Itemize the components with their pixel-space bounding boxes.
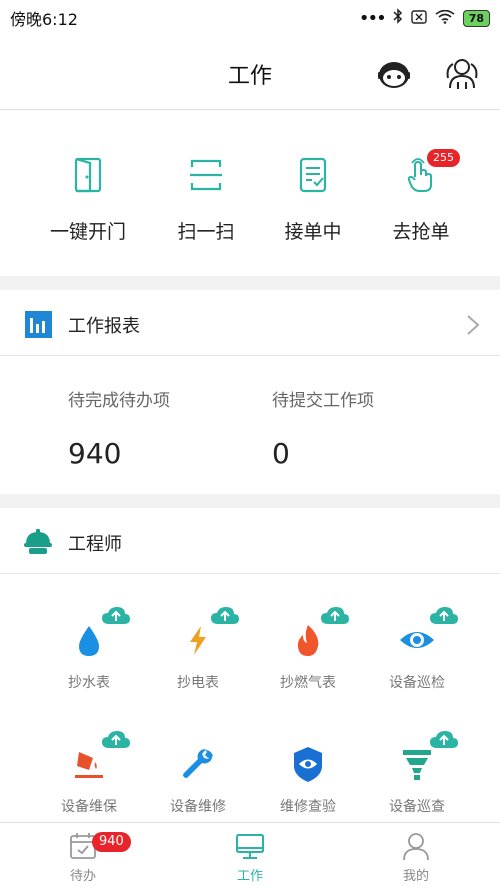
engineer-item-patrol[interactable]: 设备巡查 bbox=[362, 731, 472, 816]
quick-label: 去抢单 bbox=[392, 221, 450, 243]
tab-label: 工作 bbox=[236, 869, 263, 884]
engineer-item-label: 维修查验 bbox=[280, 799, 336, 815]
lightning-icon bbox=[178, 607, 239, 660]
engineer-item-label: 设备维修 bbox=[170, 799, 226, 815]
shield-eye-icon bbox=[288, 744, 328, 784]
wrench-icon bbox=[178, 744, 218, 784]
report-title: 工作报表 bbox=[68, 316, 140, 337]
engineer-item-maintenance[interactable]: 设备维保 bbox=[34, 731, 144, 816]
cloud-upload-icon bbox=[430, 731, 458, 748]
cloud-upload-icon bbox=[430, 607, 458, 624]
user-icon bbox=[401, 831, 431, 861]
engineer-item-label: 设备巡查 bbox=[389, 799, 445, 815]
tap-hand-icon: 255 bbox=[403, 149, 460, 195]
status-bar: 傍晚6:12 ••• 78 bbox=[0, 0, 500, 36]
section-divider bbox=[0, 494, 500, 508]
section-divider bbox=[0, 276, 500, 290]
cloud-upload-icon bbox=[211, 607, 239, 624]
no-sim-icon bbox=[410, 9, 427, 28]
stat-pending-submit[interactable]: 待提交工作项 0 bbox=[272, 386, 374, 470]
grab-orders-badge: 255 bbox=[427, 149, 460, 167]
engineer-item-label: 设备巡检 bbox=[389, 675, 445, 691]
engineer-item-gas-meter[interactable]: 抄燃气表 bbox=[253, 607, 363, 692]
calendar-icon: 940 bbox=[68, 831, 131, 861]
engineer-item-repair-check[interactable]: 维修查验 bbox=[253, 744, 363, 816]
quick-actions: 一键开门 扫一扫 接单中 255 去抢单 bbox=[0, 111, 500, 276]
battery-indicator: 78 bbox=[462, 9, 490, 27]
engineer-item-label: 设备维保 bbox=[61, 799, 117, 815]
cloud-upload-icon bbox=[102, 731, 130, 748]
page-title: 工作 bbox=[227, 64, 272, 89]
quick-scan[interactable]: 扫一扫 bbox=[151, 155, 261, 244]
bluetooth-icon bbox=[393, 8, 403, 28]
people-icon[interactable] bbox=[444, 56, 480, 92]
water-drop-icon bbox=[69, 607, 130, 660]
tab-todo[interactable]: 940 待办 bbox=[33, 831, 133, 884]
report-stats: 待完成待办项 940 待提交工作项 0 bbox=[0, 356, 500, 494]
stat-pending-todo[interactable]: 待完成待办项 940 bbox=[68, 386, 170, 470]
app-header: 工作 bbox=[0, 36, 500, 110]
paint-bucket-icon bbox=[69, 731, 130, 784]
wifi-icon bbox=[435, 9, 455, 28]
quick-label: 一键开门 bbox=[49, 221, 126, 243]
tab-label: 待办 bbox=[69, 869, 96, 884]
stat-value: 940 bbox=[68, 437, 122, 470]
hard-hat-icon bbox=[23, 526, 53, 556]
quick-grab-orders[interactable]: 255 去抢单 bbox=[366, 149, 476, 244]
engineer-grid: 抄水表 抄电表 抄燃气表 设备巡检 设备维保 设备维修 维修查验 设备巡查 bbox=[0, 574, 500, 822]
door-icon bbox=[70, 155, 106, 195]
eye-icon bbox=[397, 607, 458, 660]
cloud-upload-icon bbox=[102, 607, 130, 624]
monitor-icon bbox=[235, 831, 265, 861]
scan-icon bbox=[188, 155, 224, 195]
bottom-tab-bar: 940 待办 工作 我的 bbox=[0, 822, 500, 888]
flame-icon bbox=[288, 607, 349, 660]
more-dots-icon: ••• bbox=[358, 7, 387, 29]
engineer-item-inspection[interactable]: 设备巡检 bbox=[362, 607, 472, 692]
stat-label: 待完成待办项 bbox=[68, 391, 170, 411]
tab-label: 我的 bbox=[402, 869, 429, 884]
quick-label: 扫一扫 bbox=[177, 221, 235, 243]
funnel-icon bbox=[397, 731, 458, 784]
chevron-right-icon bbox=[466, 314, 480, 340]
status-time: 傍晚6:12 bbox=[10, 10, 78, 29]
cloud-upload-icon bbox=[321, 607, 349, 624]
engineer-title: 工程师 bbox=[68, 534, 122, 555]
quick-accepting-orders[interactable]: 接单中 bbox=[258, 155, 368, 244]
report-header[interactable]: 工作报表 bbox=[0, 290, 500, 356]
robot-icon[interactable] bbox=[376, 56, 412, 92]
bar-chart-icon bbox=[25, 311, 52, 338]
engineer-header: 工程师 bbox=[0, 508, 500, 574]
order-list-icon bbox=[295, 155, 331, 195]
tab-work[interactable]: 工作 bbox=[200, 831, 300, 884]
engineer-item-water-meter[interactable]: 抄水表 bbox=[34, 607, 144, 692]
stat-value: 0 bbox=[272, 437, 290, 470]
todo-badge: 940 bbox=[92, 832, 131, 852]
engineer-item-label: 抄水表 bbox=[68, 675, 110, 691]
engineer-item-repair[interactable]: 设备维修 bbox=[143, 744, 253, 816]
quick-open-door[interactable]: 一键开门 bbox=[33, 155, 143, 244]
stat-label: 待提交工作项 bbox=[272, 391, 374, 411]
engineer-item-electric-meter[interactable]: 抄电表 bbox=[143, 607, 253, 692]
tab-mine[interactable]: 我的 bbox=[366, 831, 466, 884]
engineer-item-label: 抄燃气表 bbox=[280, 675, 336, 691]
engineer-item-label: 抄电表 bbox=[177, 675, 219, 691]
quick-label: 接单中 bbox=[284, 221, 342, 243]
